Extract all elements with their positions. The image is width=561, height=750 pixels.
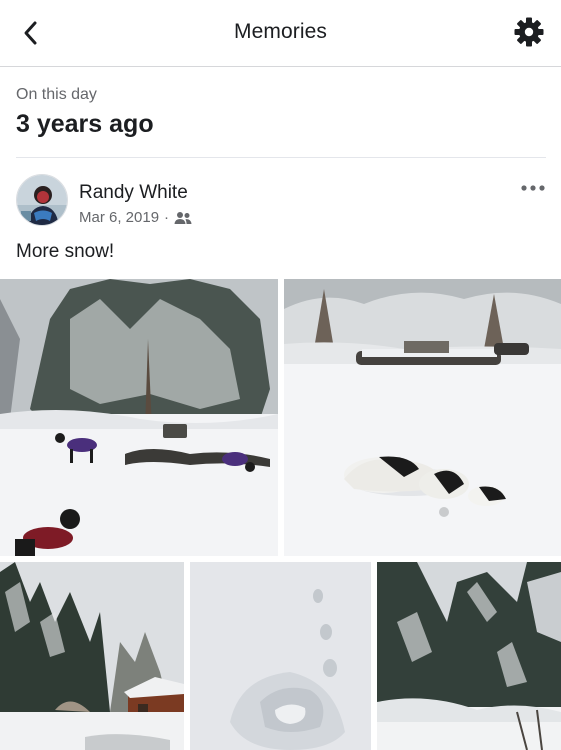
photo-snowy-trees-cabin[interactable] <box>0 562 184 750</box>
more-options-icon <box>521 185 545 191</box>
photo-dog-rolling-in-snow[interactable] <box>284 279 561 556</box>
divider <box>16 157 546 158</box>
gear-icon <box>514 17 544 47</box>
section-label: On this day <box>16 86 97 103</box>
page-title: Memories <box>234 20 327 43</box>
post-date[interactable]: Mar 6, 2019 <box>79 209 159 226</box>
post-meta: Mar 6, 2019 · <box>79 209 192 226</box>
photo-snowy-evergreen-trees[interactable] <box>377 562 561 750</box>
photo-dogs-in-snow-yard[interactable] <box>0 279 278 556</box>
photo-footprints-in-snow[interactable] <box>190 562 371 750</box>
more-options-button[interactable] <box>520 180 546 196</box>
post-header: Randy White Mar 6, 2019 · <box>16 174 546 230</box>
section-heading: 3 years ago <box>16 110 154 138</box>
memory-section-header: On this day 3 years ago <box>16 86 546 139</box>
friends-icon <box>174 211 192 224</box>
settings-button[interactable] <box>511 14 547 50</box>
post-caption: More snow! <box>16 241 115 262</box>
meta-separator: · <box>164 209 170 226</box>
avatar[interactable] <box>16 174 68 226</box>
author-name[interactable]: Randy White <box>79 182 188 204</box>
top-bar: Memories <box>0 0 561 67</box>
